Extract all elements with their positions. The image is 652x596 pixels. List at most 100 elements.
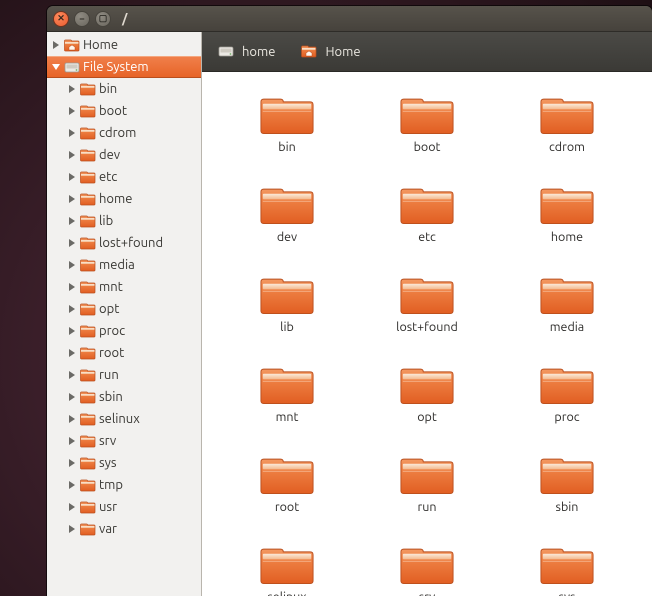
folder-label: root xyxy=(275,500,299,514)
path-segment-home[interactable]: home xyxy=(210,40,283,64)
tree-label: mnt xyxy=(99,276,123,298)
path-segment-home[interactable]: Home xyxy=(293,40,368,64)
sidebar-item-root[interactable]: root xyxy=(47,342,201,364)
sidebar-item-run[interactable]: run xyxy=(47,364,201,386)
folder-icon xyxy=(80,500,96,514)
folder-etc[interactable]: etc xyxy=(362,182,492,260)
tree-label: dev xyxy=(99,144,120,166)
folder-mnt[interactable]: mnt xyxy=(222,362,352,440)
expander-icon[interactable] xyxy=(67,282,77,292)
expander-icon[interactable] xyxy=(67,348,77,358)
sidebar-item-lostplusfound[interactable]: lost+found xyxy=(47,232,201,254)
close-button[interactable]: ✕ xyxy=(53,11,69,27)
expander-icon[interactable] xyxy=(67,458,77,468)
folder-label: proc xyxy=(554,410,579,424)
sidebar-item-proc[interactable]: proc xyxy=(47,320,201,342)
sidebar-item-lib[interactable]: lib xyxy=(47,210,201,232)
sidebar-item-sbin[interactable]: sbin xyxy=(47,386,201,408)
expander-icon[interactable] xyxy=(67,392,77,402)
expander-icon[interactable] xyxy=(67,194,77,204)
folder-icon xyxy=(80,104,96,118)
folder-srv[interactable]: srv xyxy=(362,542,492,596)
folder-selinux[interactable]: selinux xyxy=(222,542,352,596)
sidebar-item-var[interactable]: var xyxy=(47,518,201,540)
sidebar-root-home[interactable]: Home xyxy=(47,34,201,56)
folder-run[interactable]: run xyxy=(362,452,492,530)
sidebar-item-sys[interactable]: sys xyxy=(47,452,201,474)
folder-lib[interactable]: lib xyxy=(222,272,352,350)
expander-icon[interactable] xyxy=(67,84,77,94)
expander-icon[interactable] xyxy=(67,216,77,226)
folder-dev[interactable]: dev xyxy=(222,182,352,260)
sidebar-item-mnt[interactable]: mnt xyxy=(47,276,201,298)
sidebar-item-selinux[interactable]: selinux xyxy=(47,408,201,430)
sidebar-item-usr[interactable]: usr xyxy=(47,496,201,518)
expander-icon[interactable] xyxy=(67,436,77,446)
folder-icon xyxy=(80,126,96,140)
folder-label: lost+found xyxy=(396,320,458,334)
sidebar-item-tmp[interactable]: tmp xyxy=(47,474,201,496)
folder-media[interactable]: media xyxy=(502,272,632,350)
folder-label: media xyxy=(550,320,584,334)
folder-icon xyxy=(80,302,96,316)
folder-proc[interactable]: proc xyxy=(502,362,632,440)
tree-label: media xyxy=(99,254,135,276)
sidebar-item-etc[interactable]: etc xyxy=(47,166,201,188)
folder-label: sys xyxy=(559,590,576,596)
folder-icon xyxy=(540,272,594,316)
expander-icon[interactable] xyxy=(51,62,61,72)
minimize-button[interactable]: – xyxy=(74,11,90,27)
pathbar[interactable]: home Home xyxy=(202,32,652,72)
expander-icon[interactable] xyxy=(67,238,77,248)
folder-grid-scroll[interactable]: binbootcdrom dev etc home lib lost+found media… xyxy=(202,72,652,596)
folder-icon xyxy=(80,192,96,206)
sidebar-item-bin[interactable]: bin xyxy=(47,78,201,100)
folder-icon xyxy=(80,148,96,162)
sidebar-item-media[interactable]: media xyxy=(47,254,201,276)
folder-root[interactable]: root xyxy=(222,452,352,530)
folder-icon xyxy=(400,272,454,316)
folder-label: home xyxy=(551,230,583,244)
sidebar-item-boot[interactable]: boot xyxy=(47,100,201,122)
folder-sys[interactable]: sys xyxy=(502,542,632,596)
expander-icon[interactable] xyxy=(67,106,77,116)
sidebar-item-opt[interactable]: opt xyxy=(47,298,201,320)
expander-icon[interactable] xyxy=(67,326,77,336)
expander-icon[interactable] xyxy=(67,524,77,534)
expander-icon[interactable] xyxy=(67,502,77,512)
sidebar-item-home[interactable]: home xyxy=(47,188,201,210)
folder-icon xyxy=(80,170,96,184)
tree-label: boot xyxy=(99,100,127,122)
sidebar-item-srv[interactable]: srv xyxy=(47,430,201,452)
folder-icon xyxy=(80,522,96,536)
expander-icon[interactable] xyxy=(67,304,77,314)
folder-lostplusfound[interactable]: lost+found xyxy=(362,272,492,350)
folder-boot[interactable]: boot xyxy=(362,92,492,170)
folder-icon xyxy=(540,92,594,136)
folder-label: dev xyxy=(277,230,297,244)
folder-icon xyxy=(80,236,96,250)
expander-icon[interactable] xyxy=(67,260,77,270)
folder-cdrom[interactable]: cdrom xyxy=(502,92,632,170)
maximize-button[interactable]: ▢ xyxy=(95,11,111,27)
folder-label: lib xyxy=(280,320,294,334)
tree-label: root xyxy=(99,342,124,364)
expander-icon[interactable] xyxy=(67,480,77,490)
expander-icon[interactable] xyxy=(51,40,61,50)
expander-icon[interactable] xyxy=(67,370,77,380)
folder-icon xyxy=(400,542,454,586)
titlebar[interactable]: ✕ – ▢ / xyxy=(47,6,652,32)
sidebar-item-cdrom[interactable]: cdrom xyxy=(47,122,201,144)
expander-icon[interactable] xyxy=(67,150,77,160)
expander-icon[interactable] xyxy=(67,172,77,182)
expander-icon[interactable] xyxy=(67,128,77,138)
sidebar-root-file-system[interactable]: File System xyxy=(47,56,201,78)
folder-opt[interactable]: opt xyxy=(362,362,492,440)
folder-bin[interactable]: bin xyxy=(222,92,352,170)
sidebar-item-dev[interactable]: dev xyxy=(47,144,201,166)
sidebar[interactable]: HomeFile Systembinbootcdromdevetchomelib… xyxy=(47,32,202,596)
folder-home[interactable]: home xyxy=(502,182,632,260)
folder-sbin[interactable]: sbin xyxy=(502,452,632,530)
folder-icon xyxy=(80,390,96,404)
expander-icon[interactable] xyxy=(67,414,77,424)
